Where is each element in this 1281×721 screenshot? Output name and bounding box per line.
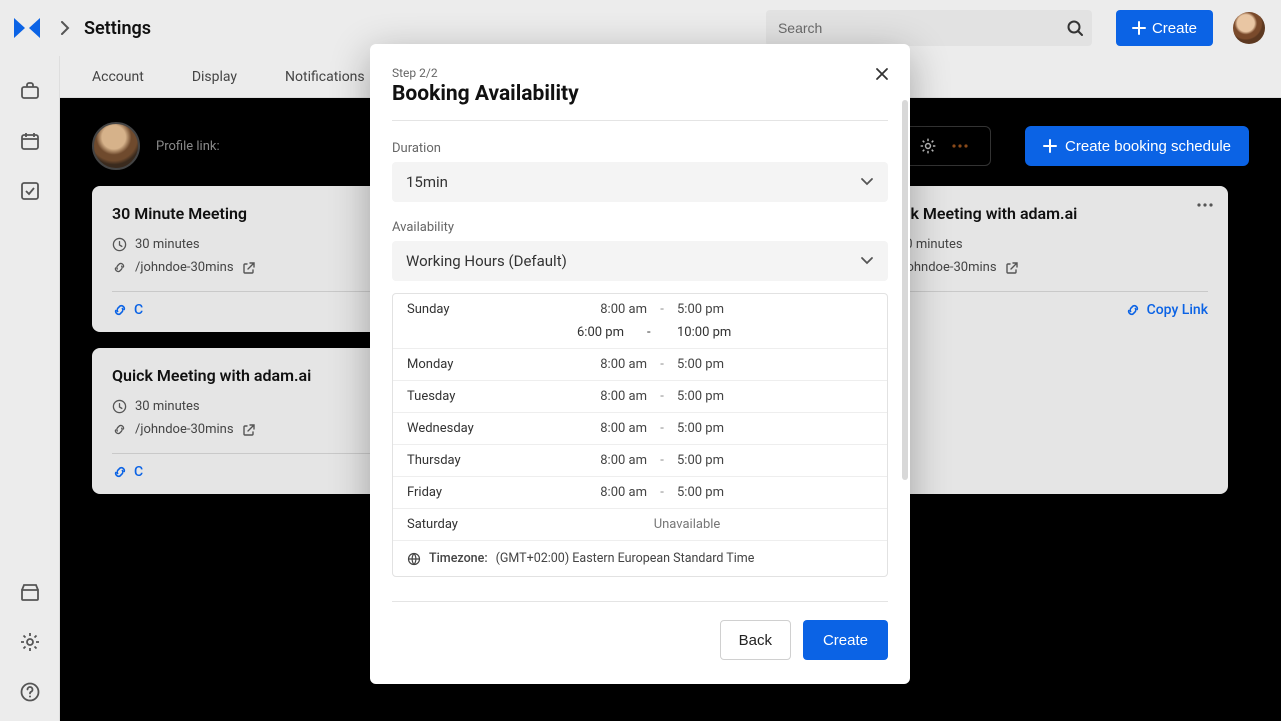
availability-label: Availability: [392, 220, 888, 235]
modal-close-button[interactable]: [874, 66, 890, 85]
link-icon: [112, 260, 127, 275]
chevron-down-icon: [860, 256, 874, 266]
external-link-icon[interactable]: [242, 261, 256, 275]
briefcase-icon[interactable]: [19, 80, 41, 102]
back-button[interactable]: Back: [720, 620, 791, 660]
timezone-value: (GMT+02:00) Eastern European Standard Ti…: [496, 551, 755, 566]
chevron-down-icon: [860, 177, 874, 187]
duration-value: 15min: [406, 173, 448, 191]
page-title: Settings: [84, 18, 151, 39]
link-icon: [112, 422, 127, 437]
search-icon[interactable]: [1066, 19, 1084, 37]
availability-row: Sunday 8:00 am - 5:00 pm: [393, 294, 887, 321]
tab-account[interactable]: Account: [92, 69, 144, 85]
scrollbar-thumb[interactable]: [902, 100, 908, 480]
booking-section: Profile link: Create booking schedule: [60, 98, 1281, 721]
create-button-label: Create: [1152, 20, 1197, 37]
chevron-right-icon: [60, 21, 70, 35]
clock-icon: [112, 399, 127, 414]
store-icon[interactable]: [19, 581, 41, 603]
card-menu-icon[interactable]: [1196, 202, 1214, 208]
timezone-label: Timezone:: [429, 551, 488, 566]
card-action-left[interactable]: C: [112, 464, 143, 480]
calendar-icon[interactable]: [19, 130, 41, 152]
booking-availability-modal: Step 2/2 Booking Availability Duration 1…: [370, 44, 910, 684]
availability-row: Wednesday 8:00 am - 5:00 pm: [393, 413, 887, 445]
schedule-card-link: /johndoe-30mins: [898, 260, 1208, 275]
help-icon[interactable]: [19, 681, 41, 703]
search-input[interactable]: [766, 10, 1092, 46]
availability-row: Thursday 8:00 am - 5:00 pm: [393, 445, 887, 477]
left-nav: [0, 56, 60, 721]
search-box[interactable]: [766, 10, 1092, 46]
link-icon: [112, 302, 128, 318]
create-booking-schedule-label: Create booking schedule: [1065, 138, 1231, 155]
availability-row: Friday 8:00 am - 5:00 pm: [393, 477, 887, 509]
availability-row: Tuesday 8:00 am - 5:00 pm: [393, 381, 887, 413]
availability-table: Sunday 8:00 am - 5:00 pm 6:00 pm - 10:00…: [392, 293, 888, 577]
modal-step-label: Step 2/2: [392, 66, 888, 80]
divider: [392, 120, 888, 121]
ellipsis-icon: [951, 143, 969, 149]
plus-icon: [1132, 21, 1146, 35]
link-icon: [1125, 302, 1141, 318]
availability-row: Monday 8:00 am - 5:00 pm: [393, 349, 887, 381]
app-logo-icon[interactable]: [12, 16, 42, 40]
user-avatar[interactable]: [1233, 12, 1265, 44]
content-area: Account Display Notifications Profile li…: [60, 56, 1281, 721]
profile-link-label: Profile link:: [156, 139, 220, 154]
schedule-settings-button[interactable]: [897, 126, 991, 166]
external-link-icon[interactable]: [1005, 261, 1019, 275]
plus-icon: [1043, 139, 1057, 153]
divider: [392, 601, 888, 602]
duration-label: Duration: [392, 141, 888, 156]
tab-notifications[interactable]: Notifications: [285, 69, 365, 85]
globe-icon: [407, 552, 421, 566]
duration-select[interactable]: 15min: [392, 162, 888, 202]
checklist-icon[interactable]: [19, 180, 41, 202]
card-action-left[interactable]: C: [112, 302, 143, 318]
external-link-icon[interactable]: [242, 423, 256, 437]
gear-icon: [919, 137, 937, 155]
availability-row: Saturday Unavailable: [393, 509, 887, 541]
close-icon: [874, 66, 890, 82]
availability-value: Working Hours (Default): [406, 252, 567, 270]
tab-display[interactable]: Display: [192, 69, 237, 85]
modal-scrollbar[interactable]: [902, 100, 908, 500]
gear-icon[interactable]: [19, 631, 41, 653]
timezone-row[interactable]: Timezone: (GMT+02:00) Eastern European S…: [393, 541, 887, 576]
link-icon: [112, 464, 128, 480]
availability-select[interactable]: Working Hours (Default): [392, 241, 888, 281]
create-button[interactable]: Create: [1116, 10, 1213, 46]
copy-link-button[interactable]: Copy Link: [898, 302, 1208, 318]
schedule-card-duration: 30 minutes: [898, 237, 1208, 252]
create-button[interactable]: Create: [803, 620, 888, 660]
modal-footer: Back Create: [392, 620, 888, 660]
create-booking-schedule-button[interactable]: Create booking schedule: [1025, 126, 1249, 166]
divider: [898, 291, 1208, 292]
profile-avatar[interactable]: [92, 122, 140, 170]
clock-icon: [112, 237, 127, 252]
schedule-card-title: ick Meeting with adam.ai: [898, 204, 1208, 223]
availability-row: 6:00 pm - 10:00 pm: [393, 321, 887, 349]
modal-title: Booking Availability: [392, 82, 888, 106]
